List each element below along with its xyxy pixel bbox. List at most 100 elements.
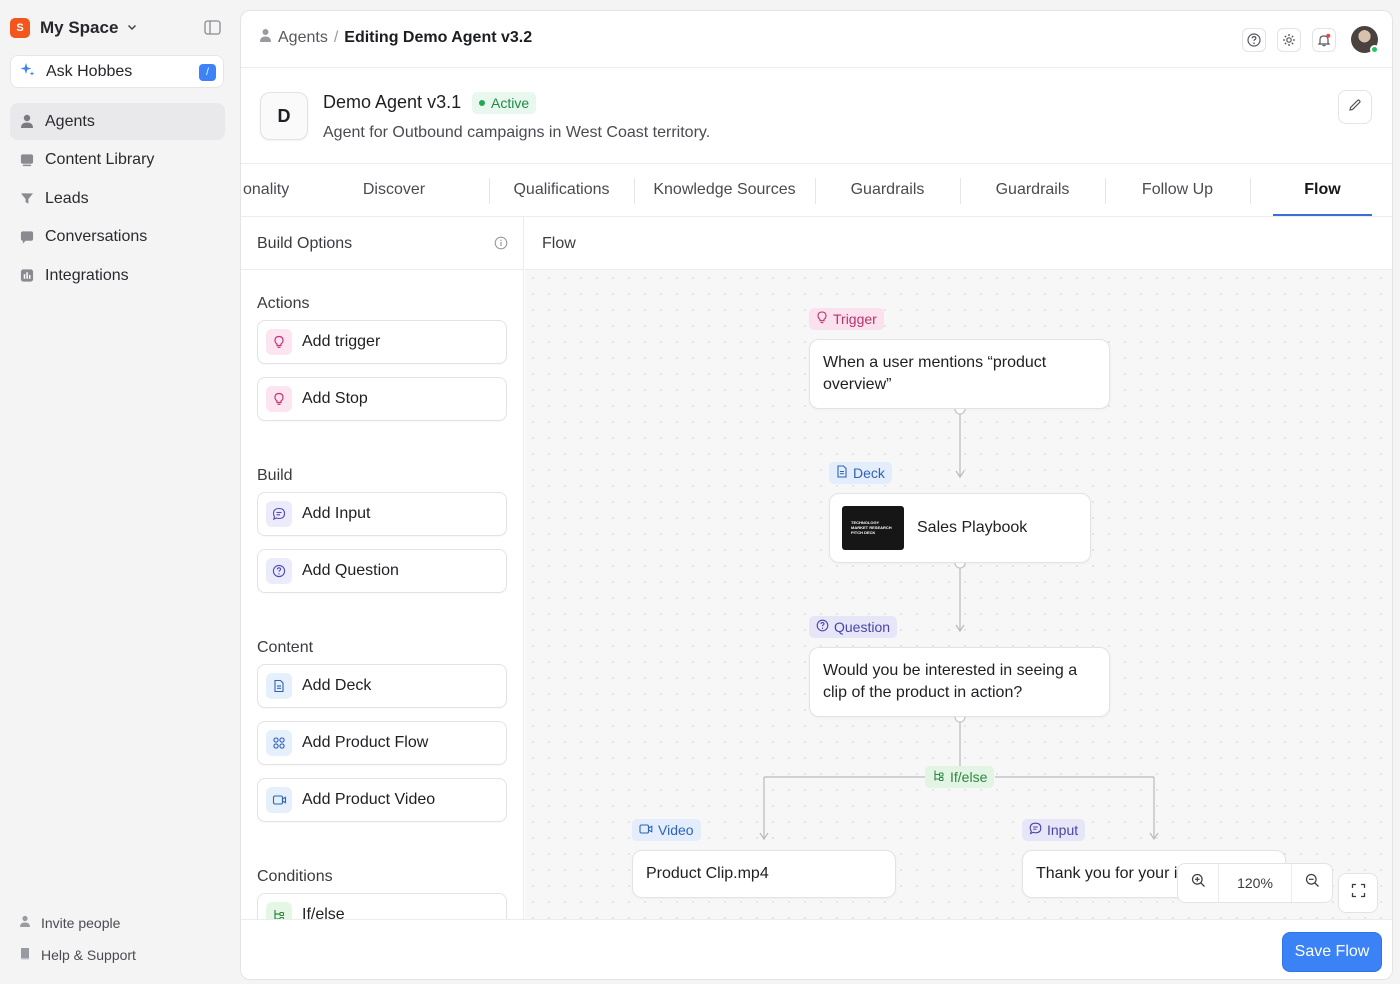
flow-canvas[interactable]: Trigger When a user mentions “product ov…	[525, 270, 1392, 920]
sidebar-item-content-library[interactable]: Content Library	[10, 142, 225, 179]
agent-name: Demo Agent v3.1	[323, 92, 462, 112]
library-icon	[20, 153, 34, 167]
tab-flow[interactable]: Flow	[1250, 164, 1392, 216]
add-question-button[interactable]: Add Question	[257, 549, 507, 593]
breadcrumb-separator: /	[333, 29, 339, 46]
sidebar-item-agents[interactable]: Agents	[10, 103, 225, 140]
sidebar-item-label: Leads	[45, 189, 89, 207]
status-dot-icon	[479, 100, 485, 106]
flow-panel: Flow Trigger When a user mentions “produ…	[525, 217, 1392, 920]
video-title: Product Clip.mp4	[646, 865, 769, 882]
sidebar-toggle-icon[interactable]	[200, 16, 224, 38]
ifelse-tag[interactable]: If/else	[925, 766, 995, 788]
status-label: Active	[491, 95, 530, 111]
add-deck-label: Add Deck	[302, 677, 372, 694]
tab-qualifications[interactable]: Qualifications	[489, 164, 634, 216]
flow-title: Flow	[542, 235, 576, 252]
tab-personality[interactable]: onality	[241, 164, 324, 216]
ask-hobbes-button[interactable]: Ask Hobbes /	[10, 55, 224, 88]
add-product-flow-label: Add Product Flow	[302, 734, 429, 751]
tab-follow-up[interactable]: Follow Up	[1105, 164, 1250, 216]
chart-icon	[20, 269, 34, 283]
add-product-flow-button[interactable]: Add Product Flow	[257, 721, 507, 765]
help-label: Help & Support	[41, 947, 136, 963]
question-node[interactable]: Would you be interested in seeing a clip…	[809, 647, 1110, 717]
input-tag: Input	[1022, 819, 1086, 841]
add-stop-button[interactable]: Add Stop	[257, 377, 507, 421]
user-avatar[interactable]	[1351, 26, 1379, 54]
chat-icon	[20, 230, 34, 244]
ask-hobbes-label: Ask Hobbes	[46, 62, 133, 80]
zoom-out-button[interactable]	[1292, 864, 1332, 902]
invite-people-link[interactable]: Invite people	[19, 915, 219, 931]
status-badge: Active	[472, 92, 537, 114]
active-tab-indicator	[1273, 214, 1372, 216]
add-input-button[interactable]: Add Input	[257, 492, 507, 536]
deck-node[interactable]: TECHNOLOGY MARKET RESEARCH PITCH DECK Sa…	[829, 493, 1091, 563]
add-stop-label: Add Stop	[302, 390, 368, 407]
grid-icon	[266, 730, 292, 756]
lightbulb-icon	[816, 311, 828, 327]
help-icon[interactable]	[1242, 28, 1266, 52]
main-panel: Agents / Editing Demo Agent v3.2 D Demo …	[240, 10, 1393, 980]
zoom-out-icon	[1305, 873, 1320, 893]
chat-bubble-icon	[266, 501, 292, 527]
bell-icon[interactable]	[1312, 28, 1336, 52]
tab-guardrails[interactable]: Guardrails	[815, 164, 960, 216]
sidebar-item-integrations[interactable]: Integrations	[10, 257, 225, 294]
breadcrumb-agents-link[interactable]: Agents	[278, 29, 328, 47]
deck-title: Sales Playbook	[917, 519, 1028, 536]
person-icon	[259, 28, 272, 48]
fullscreen-button[interactable]	[1338, 873, 1378, 913]
question-text-line2: clip of the product in action?	[823, 684, 1023, 701]
question-tag-label: Question	[834, 619, 891, 635]
branch-icon	[932, 769, 945, 785]
space-name: My Space	[40, 18, 119, 37]
help-support-link[interactable]: Help & Support	[19, 947, 219, 963]
book-icon	[19, 947, 31, 963]
tab-discover[interactable]: Discover	[328, 164, 460, 216]
build-options-header: Build Options	[241, 217, 524, 270]
section-conditions: Conditions	[257, 868, 333, 885]
space-switcher[interactable]: S My Space	[10, 16, 138, 40]
add-trigger-button[interactable]: Add trigger	[257, 320, 507, 364]
tab-knowledge-sources[interactable]: Knowledge Sources	[634, 164, 815, 216]
trigger-text-line2: overview”	[823, 376, 892, 393]
save-flow-button[interactable]: Save Flow	[1282, 932, 1382, 972]
document-icon	[836, 465, 848, 481]
gear-icon[interactable]	[1277, 28, 1301, 52]
ifelse-tag-label: If/else	[950, 769, 988, 785]
zoom-level: 120%	[1218, 864, 1292, 902]
shortcut-badge: /	[199, 64, 216, 81]
zoom-in-button[interactable]	[1178, 864, 1218, 902]
agent-avatar: D	[260, 92, 308, 140]
lightbulb-icon	[266, 329, 292, 355]
trigger-tag: Trigger	[809, 308, 884, 330]
space-logo: S	[10, 18, 30, 38]
sidebar-item-conversations[interactable]: Conversations	[10, 219, 225, 256]
tab-guardrails-2[interactable]: Guardrails	[960, 164, 1105, 216]
sidebar-item-label: Content Library	[45, 151, 155, 169]
sidebar-item-label: Agents	[45, 112, 95, 130]
build-options-panel: Build Options Actions Add trigger Add St…	[241, 217, 524, 937]
info-icon[interactable]	[494, 236, 508, 255]
sidebar-item-leads[interactable]: Leads	[10, 180, 225, 217]
top-bar: Agents / Editing Demo Agent v3.2	[241, 11, 1392, 68]
sidebar-item-label: Integrations	[45, 266, 129, 284]
deck-thumbnail: TECHNOLOGY MARKET RESEARCH PITCH DECK	[842, 506, 904, 550]
section-actions: Actions	[257, 295, 310, 312]
input-tag-label: Input	[1047, 822, 1079, 838]
sidebar-nav: Agents Content Library Leads Conversatio…	[10, 103, 225, 296]
video-node[interactable]: Product Clip.mp4	[632, 850, 896, 898]
add-deck-button[interactable]: Add Deck	[257, 664, 507, 708]
add-input-label: Add Input	[302, 505, 371, 522]
section-build: Build	[257, 467, 293, 484]
add-product-video-button[interactable]: Add Product Video	[257, 778, 507, 822]
question-icon	[266, 558, 292, 584]
video-icon	[639, 822, 653, 838]
edit-agent-button[interactable]	[1338, 90, 1372, 124]
trigger-node[interactable]: When a user mentions “product overview”	[809, 339, 1110, 409]
pencil-icon	[1348, 98, 1362, 117]
invite-label: Invite people	[41, 915, 121, 931]
deck-tag-label: Deck	[853, 465, 885, 481]
